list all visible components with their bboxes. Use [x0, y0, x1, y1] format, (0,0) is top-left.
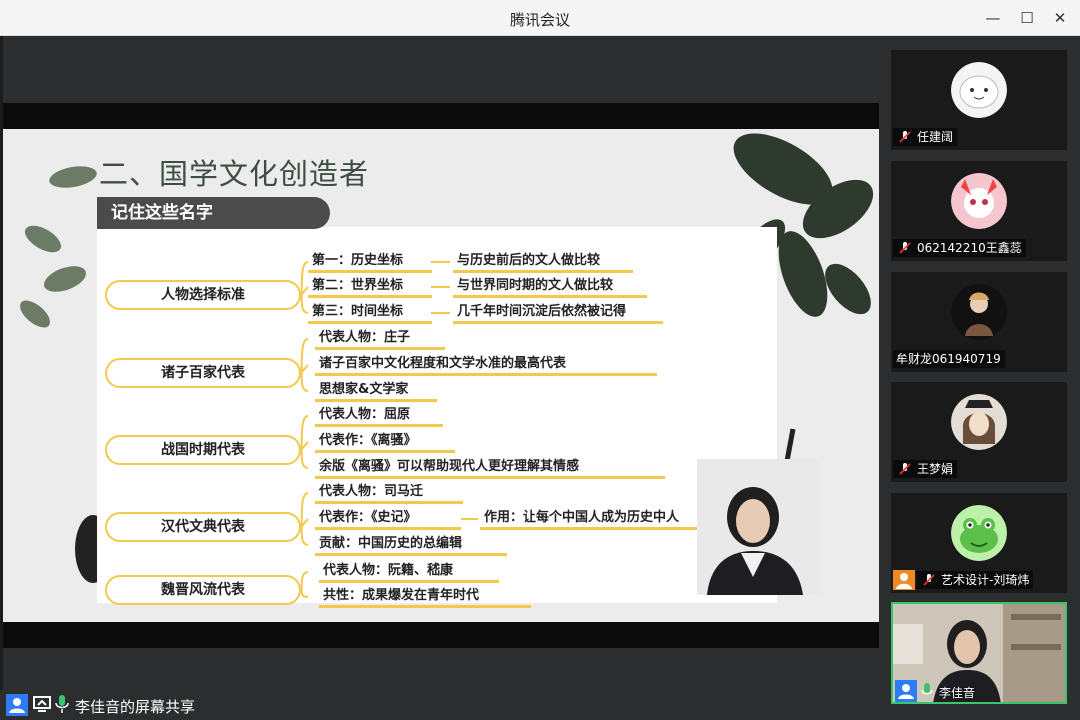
title-bar: 腾讯会议 — ☐ ✕ — [0, 0, 1080, 36]
mindmap-item: 代表作：《史记》 — [315, 506, 461, 530]
avatar — [951, 62, 1007, 118]
mindmap-item: 代表人物：司马迁 — [315, 480, 463, 504]
mindmap-item: 代表人物：屈原 — [315, 403, 443, 427]
microphone-icon[interactable] — [55, 694, 69, 714]
participant-tile[interactable]: 任建阔 — [891, 50, 1067, 150]
category-node: 人物选择标准 — [105, 280, 301, 310]
mindmap-item: 代表作：《离骚》 — [315, 429, 455, 453]
shared-slide: 二、国学文化创造者 记住这些名字 人物选择标准 诸子百家代表 战国时期代表 汉代… — [3, 129, 879, 622]
mindmap-item-detail: 几千年时间沉淀后依然被记得 — [453, 300, 663, 324]
maximize-button[interactable]: ☐ — [1014, 6, 1040, 30]
avatar — [951, 284, 1007, 340]
participant-name-tag: 艺术设计-刘琦炜 — [917, 571, 1034, 589]
participant-name: 062142210王鑫蕊 — [917, 241, 1022, 255]
avatar — [951, 394, 1007, 450]
participant-name-tag: 062142210王鑫蕊 — [893, 239, 1026, 257]
avatar — [951, 173, 1007, 229]
category-node: 战国时期代表 — [105, 435, 301, 465]
screen-share-icon[interactable] — [33, 695, 51, 713]
mindmap-item: 代表人物：庄子 — [315, 326, 445, 350]
mindmap-item: 余版《离骚》可以帮助现代人更好理解其情感 — [315, 455, 665, 479]
mindmap-item: 共性：成果爆发在青年时代 — [319, 584, 531, 608]
share-status-bar: 李佳音的屏幕共享 — [0, 690, 879, 720]
user-icon — [895, 680, 917, 702]
letterbox-top — [3, 103, 879, 129]
participant-tile[interactable]: 王梦娟 — [891, 382, 1067, 482]
muted-microphone-icon — [899, 463, 911, 475]
person-icon — [893, 604, 1065, 702]
participant-tile-active[interactable]: 李佳音 — [891, 602, 1067, 704]
participant-name-tag: 牟财龙061940719 — [893, 350, 1005, 368]
participant-tile[interactable]: 艺术设计-刘琦炜 — [891, 493, 1067, 593]
avatar — [951, 505, 1007, 561]
participant-name: 任建阔 — [917, 130, 954, 144]
close-button[interactable]: ✕ — [1047, 6, 1073, 30]
share-status-label: 李佳音的屏幕共享 — [75, 698, 196, 716]
muted-microphone-icon — [923, 574, 935, 586]
mindmap-item: 第二：世界坐标 — [308, 274, 432, 298]
person-icon — [707, 487, 803, 595]
mindmap-item-detail: 与历史前后的文人做比较 — [453, 249, 633, 273]
category-node: 诸子百家代表 — [105, 358, 301, 388]
participant-tile[interactable]: 牟财龙061940719 — [891, 272, 1067, 372]
muted-microphone-icon — [899, 131, 911, 143]
user-icon[interactable] — [6, 694, 28, 716]
letterbox-bottom — [3, 622, 879, 648]
mindmap-item: 贡献：中国历史的总编辑 — [315, 532, 507, 556]
mindmap-item: 第三：时间坐标 — [308, 300, 432, 324]
participant-name-tag: 王梦娟 — [893, 460, 958, 478]
host-badge-icon — [893, 570, 915, 590]
mindmap-item: 思想家&文学家 — [315, 378, 437, 402]
participant-name: 艺术设计-刘琦炜 — [941, 573, 1030, 587]
category-node: 魏晋风流代表 — [105, 575, 301, 605]
presenter-video — [697, 459, 821, 595]
mindmap-item: 诸子百家中文化程度和文学水准的最高代表 — [315, 352, 657, 376]
screen-share-area: 二、国学文化创造者 记住这些名字 人物选择标准 诸子百家代表 战国时期代表 汉代… — [3, 36, 879, 718]
participant-name: 王梦娟 — [917, 462, 954, 476]
participant-tile[interactable]: 062142210王鑫蕊 — [891, 161, 1067, 261]
mindmap-item: 代表人物：阮籍、嵇康 — [319, 559, 499, 583]
muted-microphone-icon — [899, 242, 911, 254]
category-node: 汉代文典代表 — [105, 512, 301, 542]
minimize-button[interactable]: — — [980, 6, 1006, 30]
participant-name: 牟财龙061940719 — [896, 352, 1001, 366]
mindmap-item: 第一：历史坐标 — [308, 249, 432, 273]
participant-name-tag: 任建阔 — [893, 128, 958, 146]
participant-panel: 任建阔 062142210王鑫蕊 牟财龙061940719 王梦娟 艺术设计-刘… — [879, 36, 1080, 720]
participant-name: 李佳音 — [939, 686, 976, 700]
mindmap-item-detail: 与世界同时期的文人做比较 — [453, 274, 647, 298]
microphone-icon — [921, 683, 933, 695]
window-title: 腾讯会议 — [509, 11, 570, 29]
mindmap-item-detail: 作用：让每个中国人成为历史中人 — [480, 506, 720, 530]
